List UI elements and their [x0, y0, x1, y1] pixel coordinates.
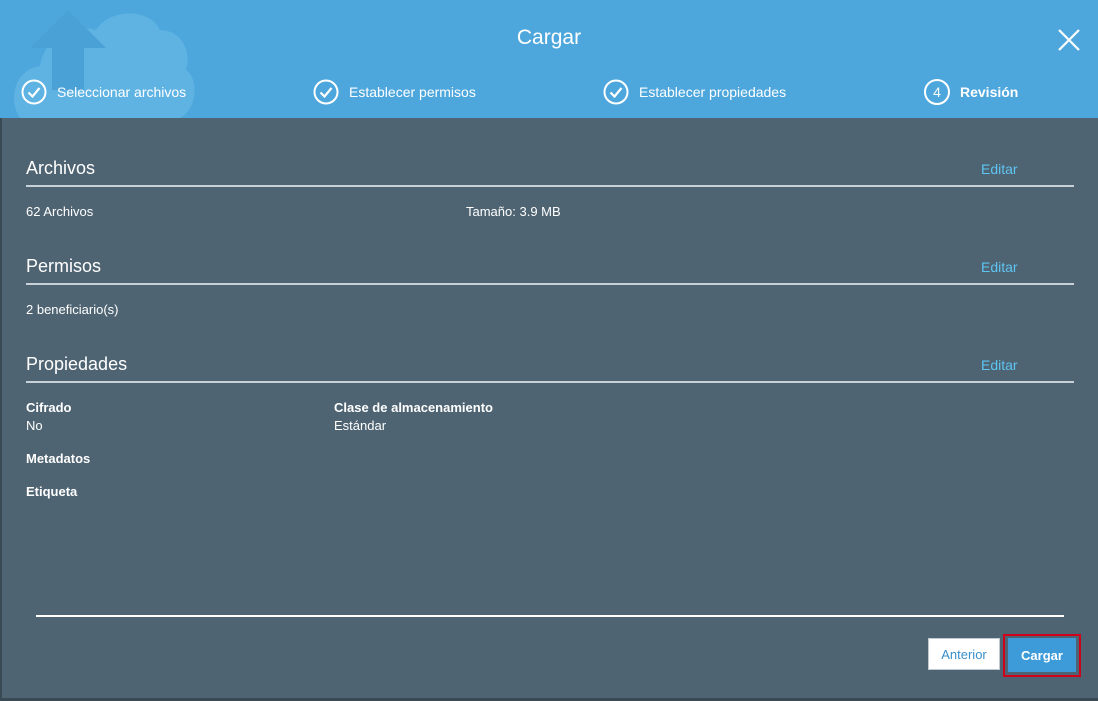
files-divider — [26, 185, 1074, 187]
properties-section-title: Propiedades — [26, 354, 128, 374]
step-number-badge: 4 — [924, 79, 950, 105]
permissions-section-title: Permisos — [26, 256, 102, 276]
dialog-title: Cargar — [516, 26, 582, 49]
properties-divider — [26, 381, 1074, 383]
storage-class-value: Estándar — [334, 418, 387, 433]
check-circle-icon — [313, 79, 339, 105]
encryption-value: No — [26, 418, 43, 433]
step-label: Seleccionar archivos — [57, 84, 187, 100]
step-set-permissions: Establecer permisos — [313, 78, 476, 106]
tag-label: Etiqueta — [26, 484, 78, 499]
previous-button[interactable]: Anterior — [928, 638, 1000, 670]
check-circle-icon — [603, 79, 629, 105]
metadata-label: Metadatos — [26, 451, 91, 466]
files-section-title: Archivos — [26, 158, 96, 178]
permissions-edit-link[interactable]: Editar — [981, 259, 1018, 275]
permissions-grantees: 2 beneficiario(s) — [26, 302, 119, 317]
properties-edit-link[interactable]: Editar — [981, 357, 1018, 373]
step-set-properties: Establecer propiedades — [603, 78, 786, 106]
step-label: Revisión — [960, 84, 1019, 100]
step-review: 4 Revisión — [924, 78, 1018, 106]
step-label: Establecer permisos — [349, 84, 476, 100]
permissions-divider — [26, 283, 1074, 285]
upload-dialog: Cargar Seleccionar archivos Establecer p… — [0, 0, 1098, 701]
files-size: Tamaño: 3.9 MB — [466, 204, 561, 219]
step-label: Establecer propiedades — [639, 84, 787, 100]
storage-class-label: Clase de almacenamiento — [334, 400, 493, 415]
close-icon[interactable] — [1055, 26, 1083, 54]
step-select-files: Seleccionar archivos — [21, 78, 186, 106]
dialog-header: Cargar Seleccionar archivos Establecer p… — [0, 0, 1098, 118]
check-circle-icon — [21, 79, 47, 105]
encryption-label: Cifrado — [26, 400, 72, 415]
files-count: 62 Archivos — [26, 204, 94, 219]
upload-button[interactable]: Cargar — [1008, 638, 1076, 672]
footer-divider — [36, 615, 1064, 617]
files-edit-link[interactable]: Editar — [981, 161, 1018, 177]
